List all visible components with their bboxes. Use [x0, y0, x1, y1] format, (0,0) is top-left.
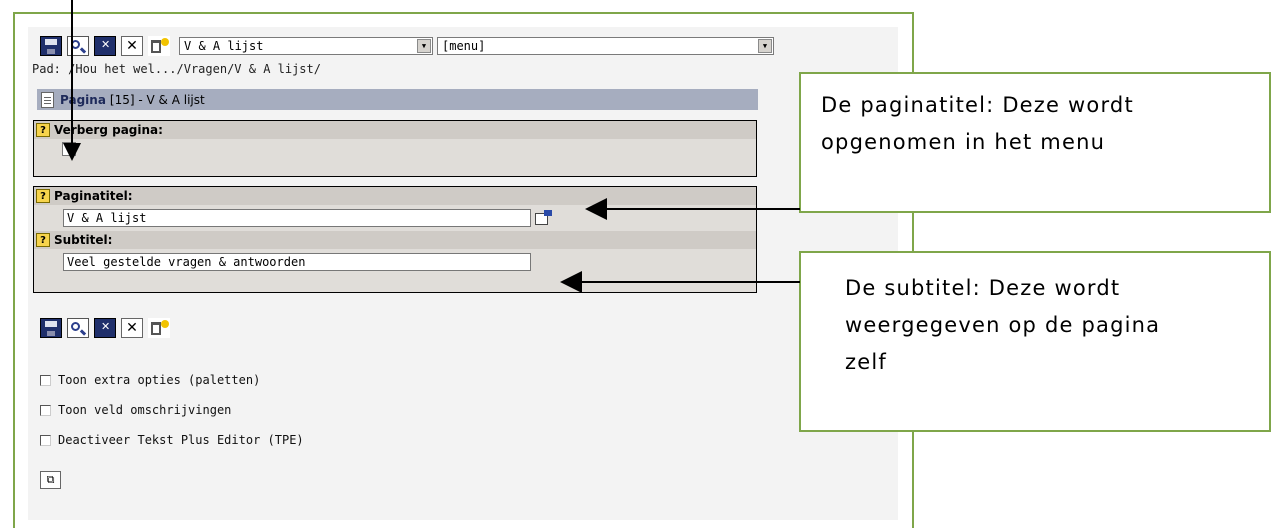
annotation-arrows: [63, 0, 800, 293]
arrow-head-hide: [63, 143, 81, 161]
arrow-head-subtitle: [560, 271, 582, 293]
arrow-head-title: [585, 198, 607, 220]
